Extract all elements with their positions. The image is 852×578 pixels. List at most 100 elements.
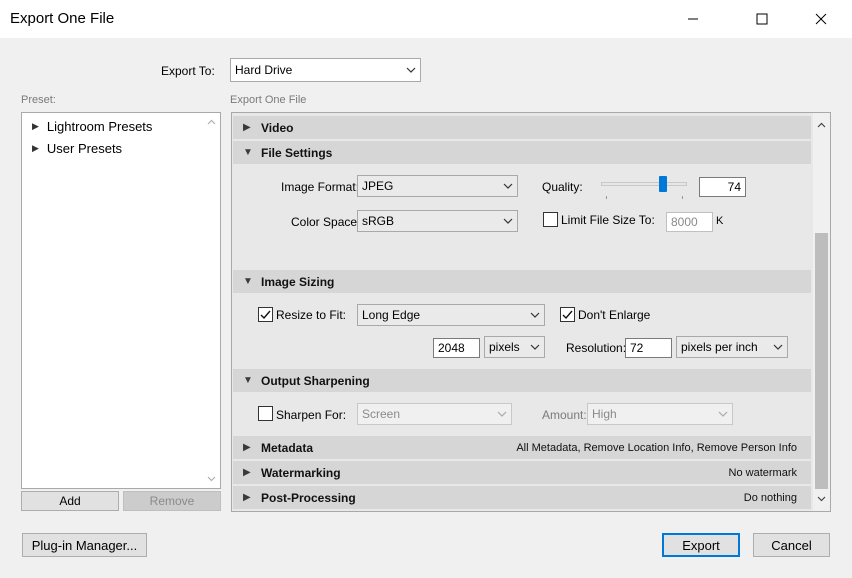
content-scrollbar[interactable] bbox=[813, 113, 830, 511]
section-title: Output Sharpening bbox=[261, 373, 370, 388]
section-title: Watermarking bbox=[261, 465, 341, 480]
chevron-down-icon bbox=[503, 183, 513, 189]
quality-slider-thumb[interactable] bbox=[659, 176, 667, 192]
remove-preset-button[interactable]: Remove bbox=[123, 491, 221, 511]
sharpen-for-value: Screen bbox=[362, 407, 401, 421]
collapsed-triangle-icon: ▶ bbox=[243, 467, 251, 478]
chevron-down-icon bbox=[406, 67, 416, 73]
color-space-value: sRGB bbox=[362, 214, 395, 228]
chevron-down-icon bbox=[497, 411, 507, 417]
expanded-triangle-icon: ▼ bbox=[243, 147, 253, 158]
close-button[interactable] bbox=[798, 0, 844, 38]
collapsed-triangle-icon: ▶ bbox=[243, 442, 251, 453]
collapsed-triangle-icon: ▶ bbox=[243, 122, 251, 133]
size-unit-value: pixels bbox=[489, 340, 520, 354]
resolution-unit-select[interactable]: pixels per inch bbox=[676, 336, 788, 358]
color-space-label: Color Space: bbox=[291, 215, 361, 229]
section-header-watermarking[interactable]: ▶ Watermarking No watermark bbox=[233, 461, 811, 484]
scroll-up-icon[interactable] bbox=[817, 122, 826, 128]
preset-item-label: User Presets bbox=[46, 141, 123, 156]
section-title: Metadata bbox=[261, 440, 314, 455]
resize-to-fit-checkbox[interactable] bbox=[258, 307, 273, 322]
section-header-metadata[interactable]: ▶ Metadata All Metadata, Remove Location… bbox=[233, 436, 811, 459]
section-summary: Do nothing bbox=[743, 491, 797, 504]
dont-enlarge-label: Don't Enlarge bbox=[578, 308, 651, 322]
checkmark-icon bbox=[562, 310, 573, 320]
cancel-button[interactable]: Cancel bbox=[753, 533, 830, 557]
image-format-label: Image Format: bbox=[281, 180, 360, 194]
slider-tick bbox=[682, 196, 683, 199]
amount-label: Amount: bbox=[542, 408, 587, 422]
sharpen-for-checkbox[interactable] bbox=[258, 406, 273, 421]
limit-file-size-input[interactable]: 8000 bbox=[666, 212, 713, 232]
section-summary: All Metadata, Remove Location Info, Remo… bbox=[516, 441, 797, 454]
preset-scrollbar[interactable] bbox=[203, 113, 220, 488]
scrollbar-thumb[interactable] bbox=[815, 233, 828, 489]
close-icon bbox=[815, 13, 827, 25]
title-bar bbox=[0, 0, 852, 38]
minimize-button[interactable] bbox=[670, 0, 716, 38]
preset-item-lightroom[interactable]: ▶ Lightroom Presets bbox=[32, 119, 152, 134]
amount-select[interactable]: High bbox=[587, 403, 733, 425]
section-title: Image Sizing bbox=[261, 274, 335, 289]
checkmark-icon bbox=[260, 310, 271, 320]
section-header-post-processing[interactable]: ▶ Post-Processing Do nothing bbox=[233, 486, 811, 509]
resolution-input[interactable]: 72 bbox=[625, 338, 672, 358]
preset-label: Preset: bbox=[21, 94, 56, 106]
section-title: Video bbox=[261, 120, 294, 135]
expand-triangle-icon: ▶ bbox=[32, 121, 39, 131]
window-title: Export One File bbox=[10, 10, 115, 27]
resize-to-fit-label: Resize to Fit: bbox=[276, 308, 347, 322]
add-preset-button[interactable]: Add bbox=[21, 491, 119, 511]
section-header-video[interactable]: ▶ Video bbox=[233, 116, 811, 139]
export-button[interactable]: Export bbox=[662, 533, 740, 557]
sharpen-for-label: Sharpen For: bbox=[276, 408, 347, 422]
export-to-select[interactable]: Hard Drive bbox=[230, 58, 421, 82]
section-title: Post-Processing bbox=[261, 490, 356, 505]
export-to-value: Hard Drive bbox=[235, 63, 293, 77]
resize-to-fit-select[interactable]: Long Edge bbox=[357, 304, 545, 326]
quality-slider-track bbox=[601, 182, 687, 186]
quality-label: Quality: bbox=[542, 180, 583, 194]
quality-input[interactable]: 74 bbox=[699, 177, 746, 197]
maximize-icon bbox=[756, 13, 768, 25]
expanded-triangle-icon: ▼ bbox=[243, 375, 253, 386]
dont-enlarge-checkbox[interactable] bbox=[560, 307, 575, 322]
image-format-value: JPEG bbox=[362, 179, 394, 193]
content-label: Export One File bbox=[230, 94, 307, 106]
section-header-file-settings[interactable]: ▼ File Settings bbox=[233, 141, 811, 164]
limit-file-size-checkbox[interactable] bbox=[543, 212, 558, 227]
section-header-image-sizing[interactable]: ▼ Image Sizing bbox=[233, 270, 811, 293]
sharpen-for-select[interactable]: Screen bbox=[357, 403, 512, 425]
resize-to-fit-value: Long Edge bbox=[362, 308, 421, 322]
preset-item-label: Lightroom Presets bbox=[46, 119, 153, 134]
section-title: File Settings bbox=[261, 145, 333, 160]
scroll-down-icon[interactable] bbox=[817, 496, 826, 502]
chevron-down-icon bbox=[530, 312, 540, 318]
chevron-down-icon bbox=[503, 218, 513, 224]
scroll-up-icon[interactable] bbox=[207, 119, 216, 125]
maximize-button[interactable] bbox=[739, 0, 785, 38]
section-summary: No watermark bbox=[728, 466, 797, 479]
color-space-select[interactable]: sRGB bbox=[357, 210, 518, 232]
collapsed-triangle-icon: ▶ bbox=[243, 492, 251, 503]
size-unit-select[interactable]: pixels bbox=[484, 336, 545, 358]
quality-slider[interactable] bbox=[601, 175, 687, 201]
export-to-label: Export To: bbox=[161, 64, 215, 78]
expand-triangle-icon: ▶ bbox=[32, 143, 39, 153]
minimize-icon bbox=[688, 18, 698, 20]
expanded-triangle-icon: ▼ bbox=[243, 276, 253, 287]
preset-list[interactable]: ▶ Lightroom Presets ▶ User Presets bbox=[21, 112, 221, 489]
limit-file-size-unit: K bbox=[716, 215, 724, 227]
size-input[interactable]: 2048 bbox=[433, 338, 480, 358]
scroll-down-icon[interactable] bbox=[207, 476, 216, 482]
preset-item-user[interactable]: ▶ User Presets bbox=[32, 141, 122, 156]
chevron-down-icon bbox=[718, 411, 728, 417]
resolution-unit-value: pixels per inch bbox=[681, 340, 758, 354]
section-header-output-sharpening[interactable]: ▼ Output Sharpening bbox=[233, 369, 811, 392]
chevron-down-icon bbox=[530, 344, 540, 350]
limit-file-size-label: Limit File Size To: bbox=[561, 213, 655, 227]
plugin-manager-button[interactable]: Plug-in Manager... bbox=[22, 533, 147, 557]
amount-value: High bbox=[592, 407, 617, 421]
image-format-select[interactable]: JPEG bbox=[357, 175, 518, 197]
